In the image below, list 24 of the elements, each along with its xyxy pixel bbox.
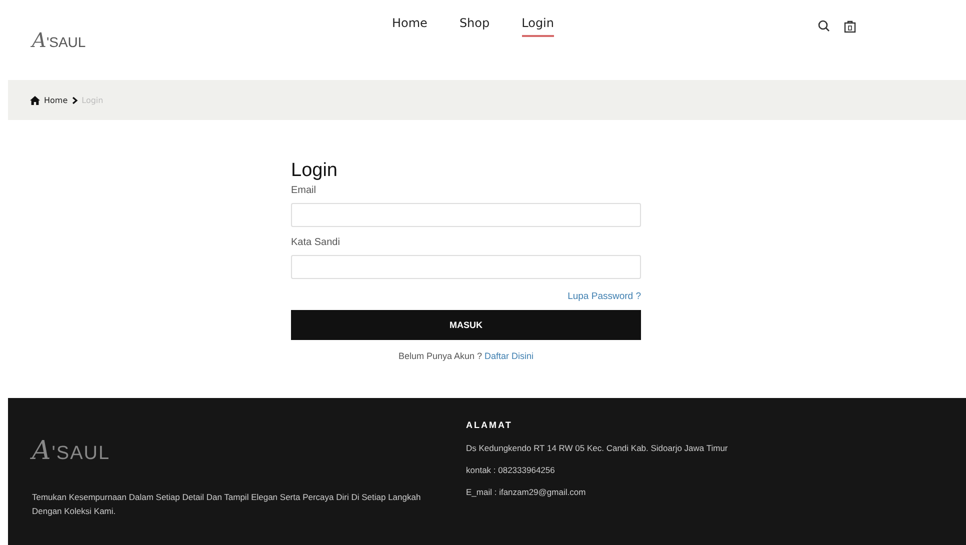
footer-tagline: Temukan Kesempurnaan Dalam Setiap Detail Dan Tampil Elegan Serta Percaya Diri Di Setiap Langkah Dengan Koleksi Kami. bbox=[32, 491, 422, 518]
nav-link[interactable]: Login bbox=[522, 16, 554, 36]
home-icon bbox=[30, 96, 40, 104]
footer-contact-text: E_mail : ifanzam29@gmail.com bbox=[466, 487, 587, 497]
footer-contact-text: kontak : 082333964256 bbox=[466, 465, 556, 475]
nav-link[interactable]: Home bbox=[392, 16, 428, 36]
breadcrumb-link[interactable]: Home bbox=[44, 96, 68, 104]
search-icon[interactable] bbox=[818, 20, 830, 32]
logo[interactable]: A'SAUL bbox=[32, 436, 466, 466]
chevron-icon bbox=[72, 96, 78, 104]
logo[interactable]: A'SAUL bbox=[32, 28, 392, 52]
submit-button[interactable]: MASUK bbox=[291, 310, 641, 340]
footer-heading: ALAMAT bbox=[466, 420, 514, 430]
forgot-password-link[interactable]: Lupa Password ? bbox=[568, 291, 641, 302]
input-field[interactable] bbox=[291, 255, 641, 279]
register-text: Belum Punya Akun ? Daftar Disini bbox=[397, 351, 535, 361]
shopping-bag-icon[interactable] bbox=[844, 20, 856, 32]
page-title: Login bbox=[291, 160, 338, 182]
footer-contact-text: Ds Kedungkendo RT 14 RW 05 Kec. Candi Kab. Sidoarjo Jawa Timur bbox=[466, 443, 728, 453]
input-field[interactable] bbox=[291, 203, 641, 227]
field-label: Kata Sandi bbox=[291, 237, 341, 248]
nav-link[interactable]: Shop bbox=[459, 16, 490, 36]
register-link[interactable]: Daftar Disini bbox=[484, 351, 534, 361]
field-label: Email bbox=[291, 185, 318, 196]
